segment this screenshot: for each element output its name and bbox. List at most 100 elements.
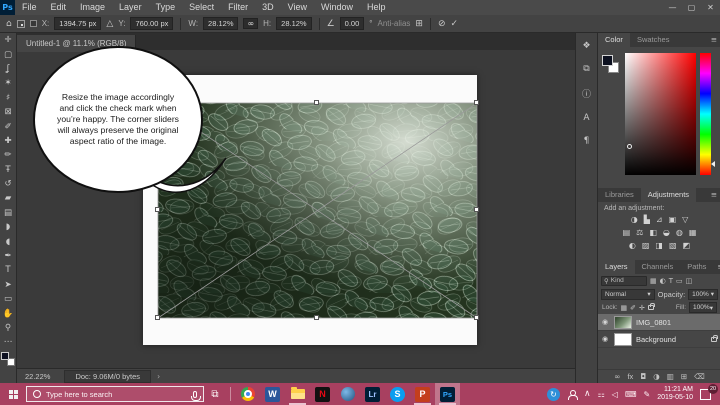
filter-type-layers-icon[interactable]: T xyxy=(669,277,673,285)
menu-3d[interactable]: 3D xyxy=(255,0,281,15)
menu-image[interactable]: Image xyxy=(73,0,112,15)
layer-mask-icon[interactable]: ◘ xyxy=(640,372,646,381)
panel-strip-info-icon[interactable]: ⓘ xyxy=(582,87,591,100)
height-field[interactable]: 28.12% xyxy=(276,17,312,30)
people-icon[interactable] xyxy=(567,389,579,400)
reference-point-icon[interactable] xyxy=(16,19,25,28)
history-brush-tool[interactable]: ↺ xyxy=(0,177,17,191)
frame-tool[interactable]: ⊠ xyxy=(0,105,17,119)
filter-shape-layers-icon[interactable]: ▭ xyxy=(676,277,683,285)
taskbar-search-input[interactable]: Type here to search xyxy=(26,386,204,402)
taskbar-app-lightroom[interactable]: Lr xyxy=(360,383,385,405)
delete-layer-icon[interactable]: ⌫ xyxy=(694,372,705,381)
eyedropper-tool[interactable]: ✐ xyxy=(0,119,17,133)
y-position-field[interactable]: 760.00 px xyxy=(130,17,174,30)
shape-tool[interactable]: ▭ xyxy=(0,292,17,306)
task-view-icon[interactable]: ⧉ xyxy=(204,383,226,405)
network-icon[interactable]: ⚏ xyxy=(598,390,605,399)
menu-filter[interactable]: Filter xyxy=(221,0,255,15)
transform-handle-bottom-center[interactable] xyxy=(314,315,319,320)
placed-image-fittonia-plant[interactable] xyxy=(158,103,477,318)
visibility-eye-icon[interactable]: ◉ xyxy=(602,318,610,326)
blur-tool[interactable]: ◗ xyxy=(0,220,17,234)
panel-menu-icon[interactable]: ≡ xyxy=(707,188,720,202)
status-options-chevron[interactable]: › xyxy=(157,372,160,381)
zoom-tool[interactable]: ⚲ xyxy=(0,321,17,335)
color-balance-icon[interactable]: ⚖ xyxy=(636,228,643,237)
taskbar-app-circle[interactable] xyxy=(335,383,360,405)
gradient-tool[interactable]: ▤ xyxy=(0,206,17,220)
volume-icon[interactable]: ◁ xyxy=(612,390,618,399)
layer-row-img[interactable]: ◉ IMG_0801 xyxy=(598,314,720,331)
panel-strip-paragraph-icon[interactable]: ¶ xyxy=(584,136,590,146)
foreground-color-swatch[interactable] xyxy=(1,351,9,360)
brush-tool[interactable]: ✏ xyxy=(0,148,17,162)
transform-handle-middle-left[interactable] xyxy=(155,207,160,212)
transform-handle-top-right[interactable] xyxy=(474,100,479,105)
taskbar-app-skype[interactable]: S xyxy=(385,383,410,405)
pen-icon[interactable]: ✎ xyxy=(643,390,650,399)
path-select-tool[interactable]: ➤ xyxy=(0,278,17,292)
type-tool[interactable]: T xyxy=(0,263,17,277)
filter-smart-objects-icon[interactable]: ◫ xyxy=(686,277,693,285)
selective-color-icon[interactable]: ▧ xyxy=(669,241,677,250)
keyboard-icon[interactable]: ⌨ xyxy=(625,390,637,399)
quick-select-tool[interactable]: ✶ xyxy=(0,76,17,90)
edit-toolbar-icon[interactable]: ⋯ xyxy=(0,335,17,349)
levels-icon[interactable]: ▙ xyxy=(644,215,650,224)
vibrance-icon[interactable]: ▽ xyxy=(682,215,688,224)
transform-handle-top-center[interactable] xyxy=(314,100,319,105)
cancel-transform-icon[interactable]: ⊘ xyxy=(438,19,446,29)
blend-mode-dropdown[interactable]: Normal ▾ xyxy=(601,288,655,300)
channel-mixer-icon[interactable]: ◍ xyxy=(676,228,683,237)
menu-type[interactable]: Type xyxy=(149,0,183,15)
panel-strip-icon-2[interactable]: ⧉ xyxy=(583,64,589,74)
tab-paths[interactable]: Paths xyxy=(680,260,713,274)
width-field[interactable]: 28.12% xyxy=(203,17,239,30)
lock-pixels-icon[interactable]: ✐ xyxy=(630,304,636,312)
adjustment-layer-icon[interactable]: ◑ xyxy=(653,372,660,381)
layer-filter-dropdown[interactable]: ⚲ Kind xyxy=(601,275,647,286)
panel-strip-icon-1[interactable]: ❖ xyxy=(582,41,590,51)
color-cursor[interactable] xyxy=(627,144,632,149)
taskbar-app-word[interactable]: W xyxy=(260,383,285,405)
clone-stamp-tool[interactable]: Ŧ xyxy=(0,163,17,177)
layer-thumbnail[interactable] xyxy=(614,315,632,329)
tab-color[interactable]: Color xyxy=(598,33,630,47)
crop-tool[interactable]: ♯ xyxy=(0,91,17,105)
menu-layer[interactable]: Layer xyxy=(112,0,149,15)
lock-transparency-icon[interactable]: ▦ xyxy=(621,304,628,312)
menu-select[interactable]: Select xyxy=(182,0,221,15)
windows-update-icon[interactable]: ↻ xyxy=(547,387,561,401)
warp-mode-icon[interactable]: ⊞ xyxy=(415,19,423,29)
filter-pixel-layers-icon[interactable]: ▦ xyxy=(650,277,657,285)
transform-handle-bottom-left[interactable] xyxy=(155,315,160,320)
black-white-icon[interactable]: ◧ xyxy=(649,228,657,237)
angle-field[interactable]: 0.00 xyxy=(339,17,365,30)
home-icon[interactable]: ⌂ xyxy=(6,19,12,29)
foreground-background-swatches[interactable] xyxy=(1,351,15,366)
hand-tool[interactable]: ✋ xyxy=(0,306,17,320)
panel-strip-character-icon[interactable]: A xyxy=(583,113,589,123)
menu-view[interactable]: View xyxy=(281,0,314,15)
opacity-dropdown[interactable]: 100% ▾ xyxy=(688,288,718,300)
pen-tool[interactable]: ✒ xyxy=(0,249,17,263)
microphone-icon[interactable] xyxy=(191,390,201,401)
healing-brush-tool[interactable]: ✚ xyxy=(0,134,17,148)
posterize-icon[interactable]: ▨ xyxy=(642,241,650,250)
color-lookup-icon[interactable]: ▦ xyxy=(689,228,697,237)
hue-slider[interactable] xyxy=(700,53,711,175)
reference-point-checkbox[interactable] xyxy=(29,20,37,27)
curves-icon[interactable]: ⊿ xyxy=(656,215,663,224)
minimize-icon[interactable]: — xyxy=(663,0,682,15)
menu-window[interactable]: Window xyxy=(314,0,360,15)
chevron-up-icon[interactable]: ∧ xyxy=(584,389,591,399)
lasso-tool[interactable]: ʆ xyxy=(0,62,17,76)
transform-handle-bottom-right[interactable] xyxy=(474,315,479,320)
panel-menu-icon[interactable]: ≡ xyxy=(713,260,720,274)
relative-position-icon[interactable]: △ xyxy=(106,19,113,29)
tab-channels[interactable]: Channels xyxy=(635,260,681,274)
fill-dropdown[interactable]: 100% ▾ xyxy=(689,302,717,313)
new-layer-icon[interactable]: ⊞ xyxy=(681,372,687,381)
menu-file[interactable]: File xyxy=(15,0,44,15)
